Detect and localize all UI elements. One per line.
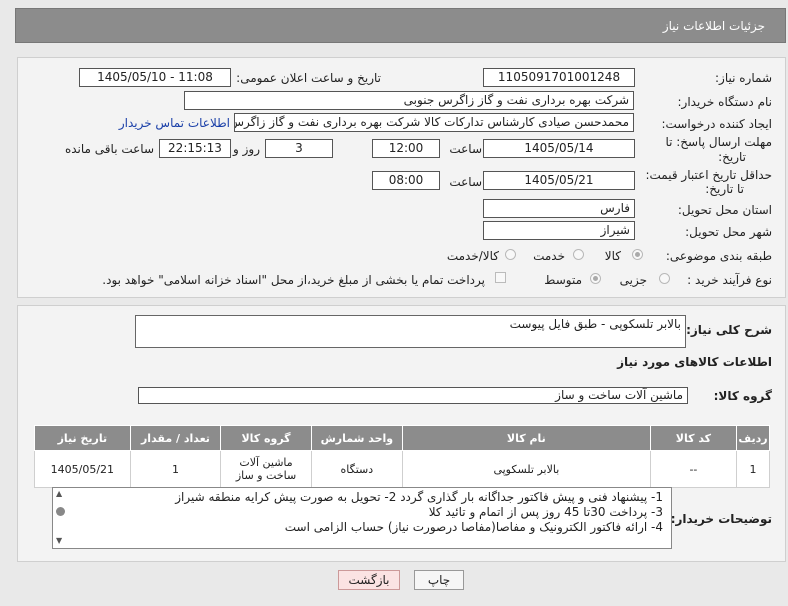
buyer-notes-field[interactable]: 1- پیشنهاد فنی و پیش فاکتور جداگانه بار … xyxy=(52,487,672,549)
process-radio-medium[interactable] xyxy=(590,273,601,284)
buyer-notes-label: توضیحات خریدار: xyxy=(670,512,772,526)
process-radio-minor[interactable] xyxy=(659,273,670,284)
notes-line-1: 1- پیشنهاد فنی و پیش فاکتور جداگانه بار … xyxy=(175,490,663,504)
remaining-time-field[interactable]: 22:15:13 xyxy=(159,139,231,158)
cell-quantity: 1 xyxy=(129,450,222,488)
city-label: شهر محل تحویل: xyxy=(685,225,772,239)
announce-datetime-label: تاریخ و ساعت اعلان عمومی: xyxy=(236,71,381,85)
reply-time-label: ساعت xyxy=(449,142,482,156)
col-unit: واحد شمارش xyxy=(310,425,403,451)
city-field[interactable]: شیراز xyxy=(483,221,635,240)
validity-time-field[interactable]: 08:00 xyxy=(372,171,440,190)
col-quantity: تعداد / مقدار xyxy=(129,425,222,451)
cell-row: 1 xyxy=(736,450,770,488)
province-field[interactable]: فارس xyxy=(483,199,635,218)
goods-table: تاریخ نیاز تعداد / مقدار گروه کالا واحد … xyxy=(34,425,770,488)
reply-deadline-label: مهلت ارسال پاسخ: تا xyxy=(665,135,772,149)
scroll-down-icon[interactable]: ▼ xyxy=(56,536,62,545)
need-number-label: شماره نیاز: xyxy=(715,71,772,85)
reply-time-field[interactable]: 12:00 xyxy=(372,139,440,158)
scroll-up-icon[interactable]: ▲ xyxy=(56,489,62,498)
province-label: استان محل تحویل: xyxy=(677,203,772,217)
category-radio-service[interactable] xyxy=(573,249,584,260)
cell-name: بالابر تلسکوپی xyxy=(401,450,651,488)
col-date: تاریخ نیاز xyxy=(34,425,131,451)
requester-field[interactable]: محمدحسن صیادی کارشناس تدارکات کالا شرکت … xyxy=(234,113,634,132)
goods-group-label: گروه کالا: xyxy=(713,389,772,403)
goods-info-title: اطلاعات کالاهای مورد نیاز xyxy=(617,355,772,369)
notes-line-3: 4- ارائه فاکتور الکترونیک و مفاصا(مفاصا … xyxy=(284,520,663,534)
cell-code: -- xyxy=(649,450,738,488)
price-validity-label-date: تا تاریخ: xyxy=(705,182,744,196)
col-code: کد کالا xyxy=(649,425,738,451)
remaining-time-label: ساعت باقی مانده xyxy=(64,142,154,156)
category-radio-goods[interactable] xyxy=(632,249,643,260)
validity-date-field[interactable]: 1405/05/21 xyxy=(483,171,635,190)
reply-deadline-label-date: تاریخ: xyxy=(718,150,746,164)
general-desc-field[interactable]: بالابر تلسکوپی - طبق فایل پیوست xyxy=(135,315,686,348)
buyer-org-field[interactable]: شرکت بهره برداری نفت و گاز زاگرس جنوبی xyxy=(184,91,634,110)
price-validity-label: حداقل تاریخ اعتبار قیمت: xyxy=(645,168,772,182)
page-header: جزئیات اطلاعات نیاز xyxy=(15,8,786,43)
category-option-goods: کالا xyxy=(604,249,621,263)
days-label: روز و xyxy=(233,142,260,156)
process-type-label: نوع فرآیند خرید : xyxy=(687,273,772,287)
notes-scrollbar[interactable]: ▲ ▼ xyxy=(53,488,68,548)
reply-date-field[interactable]: 1405/05/14 xyxy=(483,139,635,158)
treasury-payment-text: پرداخت تمام یا بخشی از مبلغ خرید،از محل … xyxy=(102,273,485,287)
buyer-contact-link[interactable]: اطلاعات تماس خریدار xyxy=(119,116,230,130)
requester-label: ایجاد کننده درخواست: xyxy=(661,117,772,131)
category-label: طبقه بندی موضوعی: xyxy=(665,249,772,263)
validity-time-label: ساعت xyxy=(449,175,482,189)
page-title: جزئیات اطلاعات نیاز xyxy=(662,19,765,33)
scroll-thumb[interactable] xyxy=(56,507,65,516)
remaining-days-field[interactable]: 3 xyxy=(265,139,333,158)
goods-table-header: تاریخ نیاز تعداد / مقدار گروه کالا واحد … xyxy=(34,425,770,451)
print-button[interactable]: چاپ xyxy=(414,570,464,590)
need-number-field[interactable]: 1105091701001248 xyxy=(483,68,635,87)
notes-line-2: 3- پرداخت 30تا 45 روز پس از اتمام و تائی… xyxy=(428,505,663,519)
back-button[interactable]: بازگشت xyxy=(338,570,400,590)
col-row: ردیف xyxy=(736,425,770,451)
table-row: 1405/05/21 1 ماشین آلات ساخت و ساز دستگا… xyxy=(34,450,770,488)
cell-date: 1405/05/21 xyxy=(34,450,131,488)
process-option-minor: جزیی xyxy=(619,273,647,287)
buyer-org-label: نام دستگاه خریدار: xyxy=(677,95,773,109)
treasury-payment-checkbox[interactable] xyxy=(495,272,506,283)
general-desc-label: شرح کلی نیاز: xyxy=(686,323,772,337)
category-option-service: خدمت xyxy=(533,249,565,263)
col-name: نام کالا xyxy=(401,425,651,451)
cell-unit: دستگاه xyxy=(310,450,403,488)
category-radio-goods-service[interactable] xyxy=(505,249,516,260)
goods-group-field[interactable]: ماشین آلات ساخت و ساز xyxy=(138,387,688,404)
process-option-medium: متوسط xyxy=(544,273,582,287)
category-option-goods-service: کالا/خدمت xyxy=(446,249,499,263)
cell-group: ماشین آلات ساخت و ساز xyxy=(220,450,312,488)
announce-datetime-field[interactable]: 1405/05/10 - 11:08 xyxy=(79,68,231,87)
col-group: گروه کالا xyxy=(220,425,312,451)
